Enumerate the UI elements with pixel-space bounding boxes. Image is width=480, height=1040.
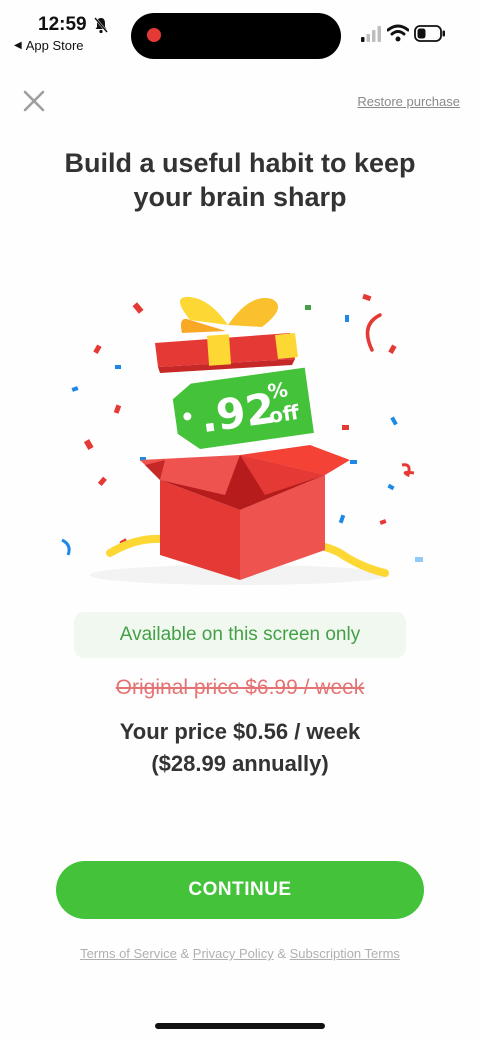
- original-price: Original price $6.99 / week: [115, 676, 365, 699]
- back-to-app-store[interactable]: ◀ App Store: [14, 38, 84, 53]
- title-line-1: Build a useful habit to keep: [64, 148, 416, 178]
- gift-lid: [155, 296, 298, 373]
- recording-indicator: [147, 28, 161, 42]
- continue-button[interactable]: CONTINUE: [56, 861, 424, 919]
- discount-tag: .92 % off: [172, 367, 314, 449]
- battery-icon: [414, 25, 445, 42]
- discount-value: .92: [197, 383, 278, 442]
- your-price-weekly: Your price $0.56 / week: [119, 719, 361, 744]
- dynamic-island: [131, 13, 341, 59]
- privacy-policy-link[interactable]: Privacy Policy: [193, 946, 274, 961]
- discount-off: off: [267, 400, 301, 428]
- signal-icon: [361, 26, 381, 42]
- bell-slash-icon: [94, 17, 108, 34]
- back-app-label: App Store: [25, 38, 84, 53]
- restore-purchase-link[interactable]: Restore purchase: [357, 94, 460, 109]
- terms-of-service-link[interactable]: Terms of Service: [80, 946, 177, 961]
- title-line-2: your brain sharp: [133, 182, 347, 212]
- paywall-screen: 12:59 ◀ App Store Restore purchase Build…: [0, 0, 480, 1040]
- page-title: Build a useful habit to keep your brain …: [30, 146, 450, 214]
- close-icon[interactable]: [22, 89, 46, 113]
- your-price: Your price $0.56 / week ($28.99 annually…: [0, 716, 480, 780]
- wifi-icon: [387, 24, 409, 42]
- legal-separator: &: [176, 946, 193, 961]
- legal-separator: &: [273, 946, 290, 961]
- back-arrow-icon: ◀: [14, 40, 22, 51]
- gift-box: [140, 445, 350, 580]
- status-time: 12:59: [38, 14, 87, 35]
- home-indicator[interactable]: [155, 1023, 325, 1029]
- your-price-annual: ($28.99 annually): [151, 751, 329, 776]
- gift-box-illustration: .92 % off: [61, 293, 423, 585]
- subscription-terms-link[interactable]: Subscription Terms: [290, 946, 400, 961]
- discount-percent: %: [266, 377, 289, 404]
- legal-links: Terms of Service & Privacy Policy & Subs…: [0, 946, 480, 961]
- availability-badge: Available on this screen only: [74, 612, 406, 658]
